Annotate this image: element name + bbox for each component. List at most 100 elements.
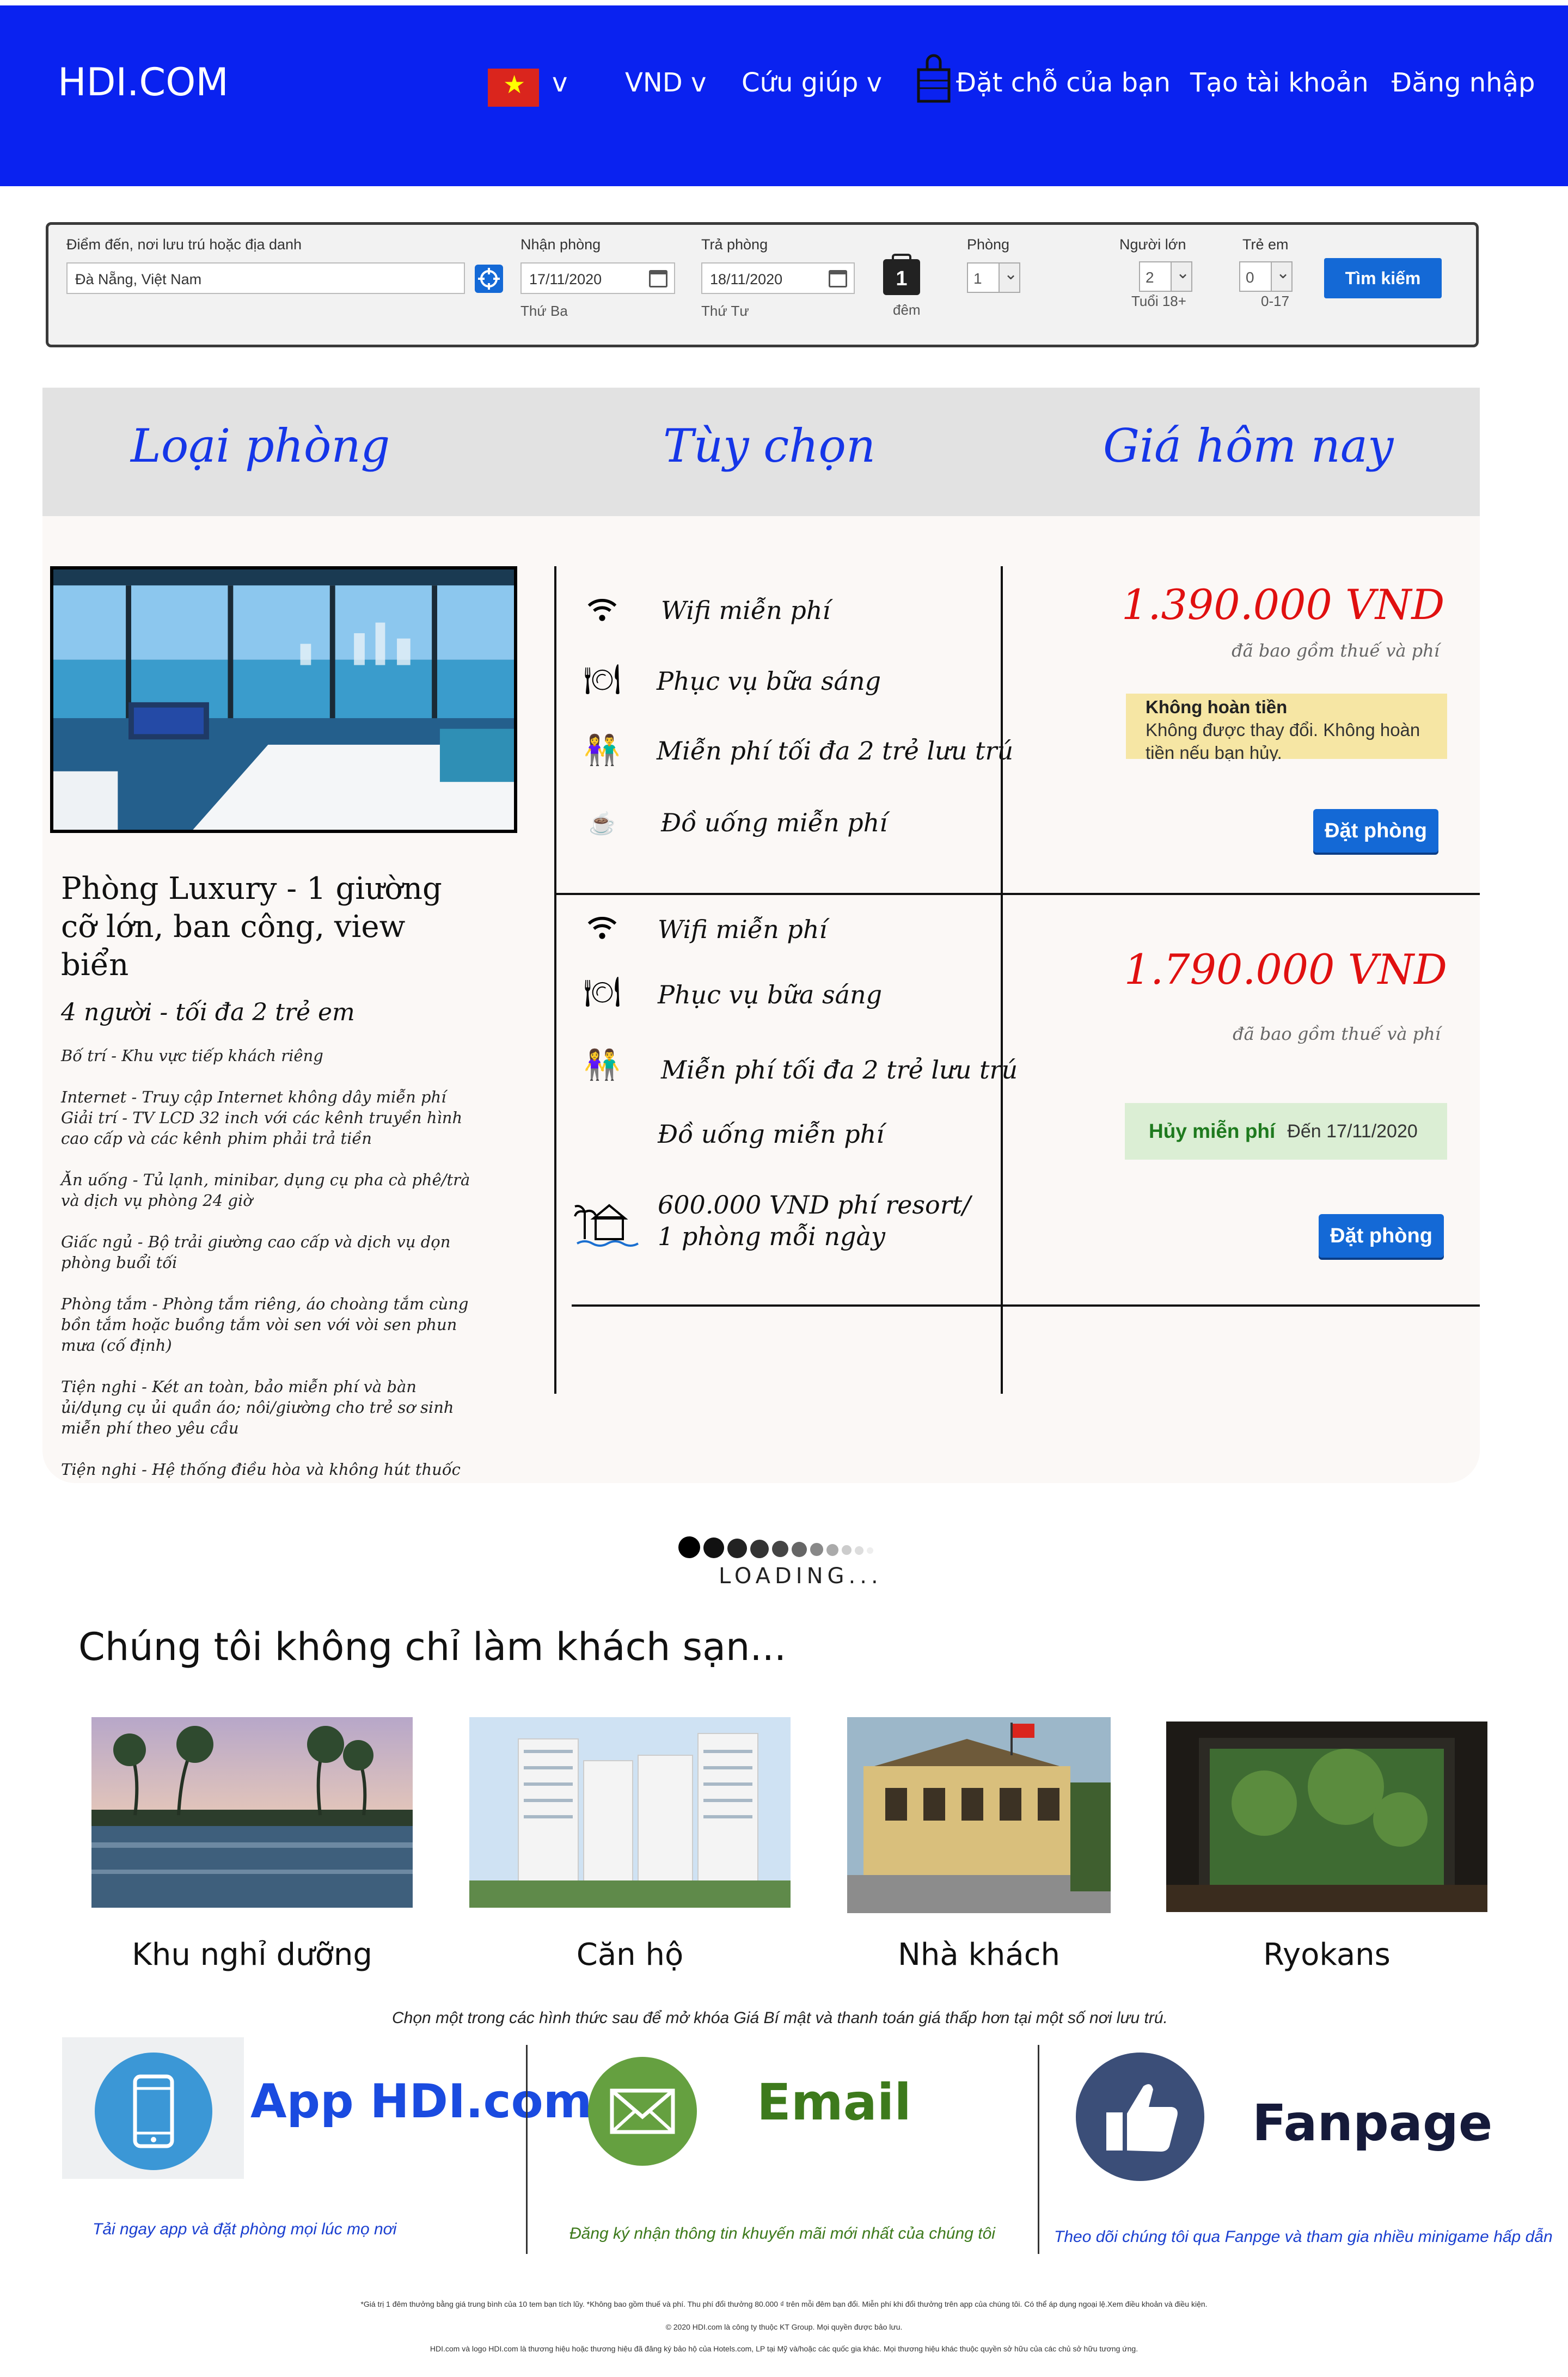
category-label[interactable]: Khu nghỉ dưỡng xyxy=(91,1937,413,1972)
chevron-down-icon xyxy=(1271,262,1291,291)
divider xyxy=(554,566,556,1394)
children-value: 0 xyxy=(1246,269,1254,286)
resort-icon xyxy=(574,1190,639,1250)
loading-text: LOADING... xyxy=(719,1564,883,1589)
calendar-icon[interactable] xyxy=(829,270,847,287)
suitcase-icon xyxy=(892,254,911,261)
col-price: Giá hôm nay xyxy=(1103,419,1394,473)
footer-disclaimer: *Giá trị 1 đêm thưởng bằng giá trung bìn… xyxy=(360,2300,1208,2308)
guesthouse-card[interactable] xyxy=(847,1717,1111,1913)
chevron-down-icon xyxy=(999,264,1019,292)
room-desc-internet: Internet - Truy cập Internet không dây m… xyxy=(61,1088,463,1148)
tax-note: đã bao gồm thuế và phí xyxy=(1233,1024,1441,1044)
adults-label: Người lớn xyxy=(1119,236,1186,253)
currency-dropdown[interactable]: VND v xyxy=(625,68,706,98)
rooms-value: 1 xyxy=(973,270,982,287)
apartment-photo xyxy=(469,1717,791,1908)
register-link[interactable]: Tạo tài khoản xyxy=(1190,68,1369,98)
room-desc-sleep: Giấc ngủ - Bộ trải giường cao cấp và dịc… xyxy=(61,1233,451,1272)
apartment-card[interactable] xyxy=(469,1717,791,1908)
ryokan-photo xyxy=(1166,1722,1487,1912)
email-title[interactable]: Email xyxy=(757,2073,911,2131)
policy-text: Không được thay đổi. Không hoàn tiền nếu… xyxy=(1146,720,1420,761)
room-desc-aircon: Tiện nghi - Hệ thống điều hòa và không h… xyxy=(61,1460,461,1479)
room-desc-layout: Bố trí - Khu vực tiếp khách riêng xyxy=(61,1046,323,1065)
category-label[interactable]: Ryokans xyxy=(1166,1937,1487,1972)
amenity-wifi: Wifi miễn phí xyxy=(658,915,828,944)
amenity-breakfast: Phục vụ bữa sáng xyxy=(658,980,883,1009)
policy-box: Hủy miễn phí Đến 17/11/2020 xyxy=(1125,1103,1447,1160)
site-logo[interactable]: HDI.COM xyxy=(58,60,229,105)
email-subtitle: Đăng ký nhận thông tin khuyến mãi mới nh… xyxy=(569,2225,995,2243)
app-subtitle: Tải ngay app và đặt phòng mọi lúc mọ nơi xyxy=(93,2220,397,2238)
footer-copyright: © 2020 HDI.com là công ty thuộc KT Group… xyxy=(665,2323,903,2331)
children-label: Trẻ em xyxy=(1242,236,1289,253)
checkin-label: Nhận phòng xyxy=(520,236,601,253)
login-link[interactable]: Đăng nhập xyxy=(1392,68,1535,98)
children-select[interactable]: 0 xyxy=(1239,261,1293,292)
checkin-day: Thứ Ba xyxy=(520,303,568,319)
divider xyxy=(572,1304,1480,1307)
envelope-icon[interactable] xyxy=(588,2057,697,2166)
resort-fee-line2: 1 phòng mỗi ngày xyxy=(658,1222,885,1251)
section-title: Chúng tôi không chỉ làm khách sạn... xyxy=(78,1625,787,1669)
book-button[interactable]: Đặt phòng xyxy=(1313,809,1438,853)
fanpage-title[interactable]: Fanpage xyxy=(1252,2094,1492,2152)
policy-box: Không hoàn tiền Không được thay đổi. Khô… xyxy=(1126,694,1447,761)
search-button[interactable]: Tìm kiếm xyxy=(1324,258,1442,298)
shopping-bag-icon[interactable] xyxy=(916,53,951,103)
book-button[interactable]: Đặt phòng xyxy=(1319,1214,1444,1258)
adults-value: 2 xyxy=(1146,269,1154,286)
room-desc-bathroom: Phòng tắm - Phòng tắm riêng, áo choàng t… xyxy=(61,1295,469,1355)
col-room-type: Loại phòng xyxy=(131,419,390,473)
facebook-like-icon[interactable] xyxy=(1076,2053,1204,2181)
room-desc-facilities: Tiện nghi - Két an toàn, bảo miễn phí và… xyxy=(61,1377,454,1437)
resort-card[interactable] xyxy=(91,1717,413,1908)
tax-note: đã bao gồm thuế và phí xyxy=(1232,640,1440,661)
divider xyxy=(554,893,1480,895)
wifi-icon xyxy=(585,910,620,945)
amenity-drinks: Đồ uống miễn phí xyxy=(661,808,888,837)
adults-select[interactable]: 2 xyxy=(1139,261,1192,292)
language-dropdown[interactable]: v xyxy=(552,68,567,98)
destination-input[interactable]: Đà Nẵng, Việt Nam xyxy=(66,262,465,294)
children-icon: 👫 xyxy=(584,733,621,767)
breakfast-icon: 🍽 xyxy=(583,663,621,696)
coffee-icon: ☕ xyxy=(589,811,616,836)
category-label[interactable]: Nhà khách xyxy=(847,1937,1111,1972)
wifi-icon xyxy=(585,592,620,627)
vietnam-flag-icon[interactable] xyxy=(488,69,539,107)
calendar-icon[interactable] xyxy=(649,270,667,287)
footer-trademark: HDI.com và logo HDI.com là thương hiệu h… xyxy=(430,2344,1138,2353)
room-photo[interactable] xyxy=(50,566,517,833)
policy-title: Không hoàn tiền xyxy=(1146,697,1288,717)
resort-fee-line1: 600.000 VND phí resort/ xyxy=(658,1190,971,1220)
rooms-label: Phòng xyxy=(967,236,1010,253)
checkout-day: Thứ Tư xyxy=(701,303,749,319)
breakfast-icon: 🍽 xyxy=(583,975,621,1008)
fanpage-subtitle: Theo dõi chúng tôi qua Fanpge và tham gi… xyxy=(1054,2228,1553,2246)
checkout-label: Trả phòng xyxy=(701,236,768,253)
amenity-children: Miễn phí tối đa 2 trẻ lưu trú xyxy=(661,1055,1018,1085)
price: 1.790.000 VND xyxy=(1124,945,1447,994)
app-title[interactable]: App HDI.com xyxy=(250,2074,592,2129)
room-desc-dining: Ăn uống - Tủ lạnh, minibar, dụng cụ pha … xyxy=(61,1171,470,1210)
adults-age: Tuổi 18+ xyxy=(1131,293,1186,309)
children-icon: 👫 xyxy=(584,1048,621,1081)
children-age: 0-17 xyxy=(1261,293,1290,309)
promo-intro: Chọn một trong các hình thức sau để mở k… xyxy=(392,2009,1168,2027)
room-photo-illustration xyxy=(53,569,514,830)
nights-label: đêm xyxy=(893,302,921,318)
room-occupancy: 4 người - tối đa 2 trẻ em xyxy=(61,998,355,1026)
locate-button[interactable] xyxy=(475,265,503,293)
col-options: Tùy chọn xyxy=(663,419,876,473)
my-bookings-link[interactable]: Đặt chỗ của bạn xyxy=(956,68,1171,98)
phone-icon[interactable] xyxy=(95,2053,212,2170)
amenity-children: Miễn phí tối đa 2 trẻ lưu trú xyxy=(657,736,1014,765)
rooms-select[interactable]: 1 xyxy=(967,262,1020,293)
ryokan-card[interactable] xyxy=(1166,1722,1487,1912)
category-label[interactable]: Căn hộ xyxy=(469,1937,791,1972)
divider xyxy=(526,2045,528,2254)
amenity-wifi: Wifi miễn phí xyxy=(661,596,831,625)
help-dropdown[interactable]: Cứu giúp v xyxy=(742,68,882,98)
